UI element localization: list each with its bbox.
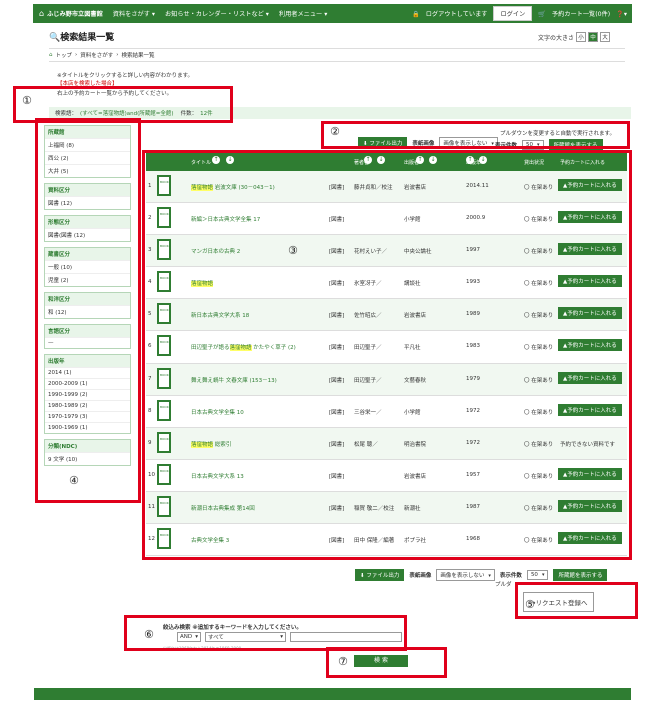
callout-number-2: ② bbox=[330, 125, 340, 138]
callout-number-7: ⑦ bbox=[338, 655, 348, 668]
lock-icon: 🔒 bbox=[412, 10, 420, 18]
font-large-button[interactable]: 大 bbox=[600, 32, 611, 42]
top-nav: ⌂ ふじみ野市立図書館 資料をさがす ▾ お知らせ・カレンダー・リストなど ▾ … bbox=[33, 4, 632, 23]
book-label: BOOK bbox=[160, 436, 169, 441]
callout-number-6: ⑥ bbox=[144, 628, 154, 641]
breadcrumb: ⌂ トップ › 資料をさがす › 検索結果一覧 bbox=[49, 48, 625, 62]
callout-number-5: ⑤ bbox=[525, 598, 535, 611]
auto-run-note-bottom: プルダ bbox=[495, 582, 512, 588]
book-label: BOOK bbox=[160, 533, 169, 538]
callout-box-3 bbox=[142, 150, 632, 560]
font-size-control: 文字の大きさ 小 中 大 bbox=[538, 32, 611, 42]
info-line-1: ※タイトルをクリックすると詳しい内容がわかります。 bbox=[57, 73, 194, 79]
font-size-label: 文字の大きさ bbox=[538, 34, 575, 42]
book-label: BOOK bbox=[160, 340, 169, 345]
book-label: BOOK bbox=[160, 308, 169, 313]
breadcrumb-top[interactable]: トップ bbox=[56, 51, 73, 59]
callout-box-6 bbox=[124, 615, 407, 651]
callout-number-3: ③ bbox=[288, 244, 298, 257]
book-label: BOOK bbox=[160, 276, 169, 281]
book-label: BOOK bbox=[160, 180, 169, 184]
callout-box-2 bbox=[321, 121, 630, 149]
brand-name[interactable]: ふじみ野市立図書館 bbox=[47, 9, 103, 18]
chevron-down-icon: ▾ bbox=[488, 573, 491, 579]
search-icon: 🔍 bbox=[49, 33, 61, 43]
book-label: BOOK bbox=[160, 404, 169, 409]
chevron-down-icon: ▾ bbox=[541, 572, 545, 578]
book-label: BOOK bbox=[160, 372, 169, 377]
book-label: BOOK bbox=[160, 244, 169, 249]
book-label: BOOK bbox=[160, 468, 169, 473]
menu-search-materials[interactable]: 資料をさがす ▾ bbox=[113, 9, 155, 18]
help-icon[interactable]: ❓▾ bbox=[616, 10, 627, 18]
cart-list-link[interactable]: 予約カート一覧(0件) bbox=[552, 9, 610, 18]
cart-icon: 🛒 bbox=[538, 10, 546, 18]
footer-bar bbox=[34, 688, 631, 700]
callout-box-4 bbox=[35, 118, 141, 503]
menu-user[interactable]: 利用者メニュー ▾ bbox=[279, 9, 327, 18]
book-label: BOOK bbox=[160, 500, 169, 505]
menu-news-calendar[interactable]: お知らせ・カレンダー・リストなど ▾ bbox=[165, 9, 269, 18]
page-title: 🔍検索結果一覧 bbox=[49, 33, 115, 43]
file-output-button-bottom[interactable]: ⬇ ファイル出力 bbox=[355, 569, 405, 581]
book-label: BOOK bbox=[160, 212, 169, 217]
font-small-button[interactable]: 小 bbox=[576, 32, 587, 42]
login-button[interactable]: ログイン bbox=[493, 6, 533, 21]
show-holdings-button-bottom[interactable]: 所蔵館を表示する bbox=[553, 569, 608, 581]
cover-select-bottom[interactable]: 画像を表示しない ▾ bbox=[436, 569, 495, 581]
callout-number-4: ④ bbox=[69, 474, 79, 487]
breadcrumb-search[interactable]: 資料をさがす bbox=[80, 51, 113, 59]
callout-number-1: ① bbox=[22, 94, 32, 107]
font-medium-button[interactable]: 中 bbox=[588, 32, 599, 42]
home-icon[interactable]: ⌂ bbox=[39, 9, 44, 18]
breadcrumb-current: 検索結果一覧 bbox=[121, 53, 155, 59]
result-toolbar-bottom: ⬇ ファイル出力 表紙画像 画像を表示しない ▾ 表示件数 50 ▾ 所蔵館を表示す… bbox=[355, 569, 608, 581]
logout-status: ログアウトしています bbox=[425, 11, 488, 18]
per-page-select-bottom[interactable]: 50 ▾ bbox=[526, 570, 549, 580]
home-icon: ⌂ bbox=[49, 52, 53, 58]
